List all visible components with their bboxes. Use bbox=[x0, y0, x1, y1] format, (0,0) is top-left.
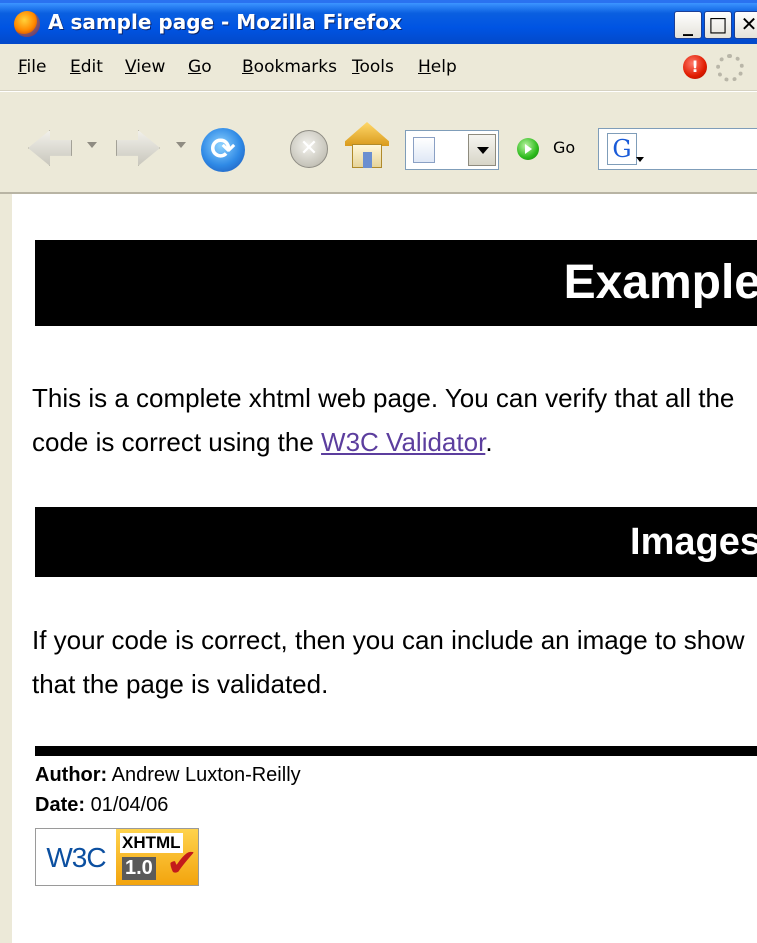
section-heading-images: Images bbox=[35, 507, 757, 577]
back-history-dropdown-icon[interactable] bbox=[87, 142, 97, 148]
w3c-validator-link[interactable]: W3C Validator bbox=[321, 427, 485, 457]
menu-bar: File Edit View Go Bookmarks Tools Help ! bbox=[0, 44, 757, 91]
forward-history-dropdown-icon[interactable] bbox=[176, 142, 186, 148]
firefox-logo-icon bbox=[14, 11, 40, 37]
date-label: Date: bbox=[35, 794, 86, 816]
menu-view[interactable]: View bbox=[125, 57, 165, 77]
page-document-icon bbox=[413, 137, 435, 163]
menu-go[interactable]: Go bbox=[188, 57, 212, 77]
badge-version-label: 1.0 bbox=[122, 857, 156, 880]
activity-throbber-icon bbox=[716, 54, 744, 82]
page-content: Example This is a complete xhtml web pag… bbox=[0, 194, 757, 943]
maximize-button[interactable]: □ bbox=[704, 11, 732, 39]
close-button[interactable]: ✕ bbox=[734, 11, 757, 39]
go-arrow-icon[interactable] bbox=[517, 138, 539, 160]
alert-icon[interactable]: ! bbox=[683, 55, 707, 79]
date-line: Date: 01/04/06 bbox=[35, 792, 168, 818]
w3c-xhtml-badge[interactable]: W3C XHTML 1.0 ✔ bbox=[35, 828, 199, 886]
menu-edit[interactable]: Edit bbox=[70, 57, 103, 77]
title-bar: A sample page - Mozilla Firefox _ □ ✕ bbox=[0, 0, 757, 44]
w3c-logo: W3C bbox=[36, 829, 116, 885]
search-input[interactable]: G bbox=[598, 128, 757, 170]
page-heading-example: Example bbox=[35, 240, 757, 326]
checkmark-icon: ✔ bbox=[166, 841, 198, 885]
menu-tools[interactable]: Tools bbox=[352, 57, 394, 77]
minimize-button[interactable]: _ bbox=[674, 11, 702, 39]
url-dropdown-button[interactable] bbox=[468, 134, 496, 166]
window-title: A sample page - Mozilla Firefox bbox=[48, 10, 402, 34]
intro-end: . bbox=[485, 427, 493, 457]
go-button[interactable]: Go bbox=[553, 138, 575, 157]
url-bar[interactable] bbox=[405, 130, 499, 170]
reload-icon[interactable]: ⟳ bbox=[201, 128, 245, 172]
home-icon[interactable] bbox=[343, 122, 391, 170]
stop-icon[interactable]: ✕ bbox=[290, 130, 328, 168]
date-value: 01/04/06 bbox=[85, 794, 169, 816]
footer-divider bbox=[35, 746, 757, 756]
author-name: Andrew Luxton-Reilly bbox=[107, 764, 301, 786]
menu-bookmarks[interactable]: Bookmarks bbox=[242, 57, 337, 77]
google-search-engine-icon[interactable]: G bbox=[607, 133, 644, 165]
images-paragraph: If your code is correct, then you can in… bbox=[32, 625, 745, 699]
forward-arrow-icon[interactable] bbox=[116, 130, 160, 166]
author-label: Author: bbox=[35, 764, 108, 786]
navigation-toolbar: ⟳ ✕ Go G bbox=[0, 92, 757, 194]
menu-file[interactable]: File bbox=[18, 57, 46, 77]
intro-paragraph: This is a complete xhtml web page. You c… bbox=[32, 376, 757, 464]
back-arrow-icon[interactable] bbox=[28, 130, 72, 166]
menu-help[interactable]: Help bbox=[418, 57, 457, 77]
author-line: Author: Andrew Luxton-Reilly bbox=[35, 762, 301, 788]
